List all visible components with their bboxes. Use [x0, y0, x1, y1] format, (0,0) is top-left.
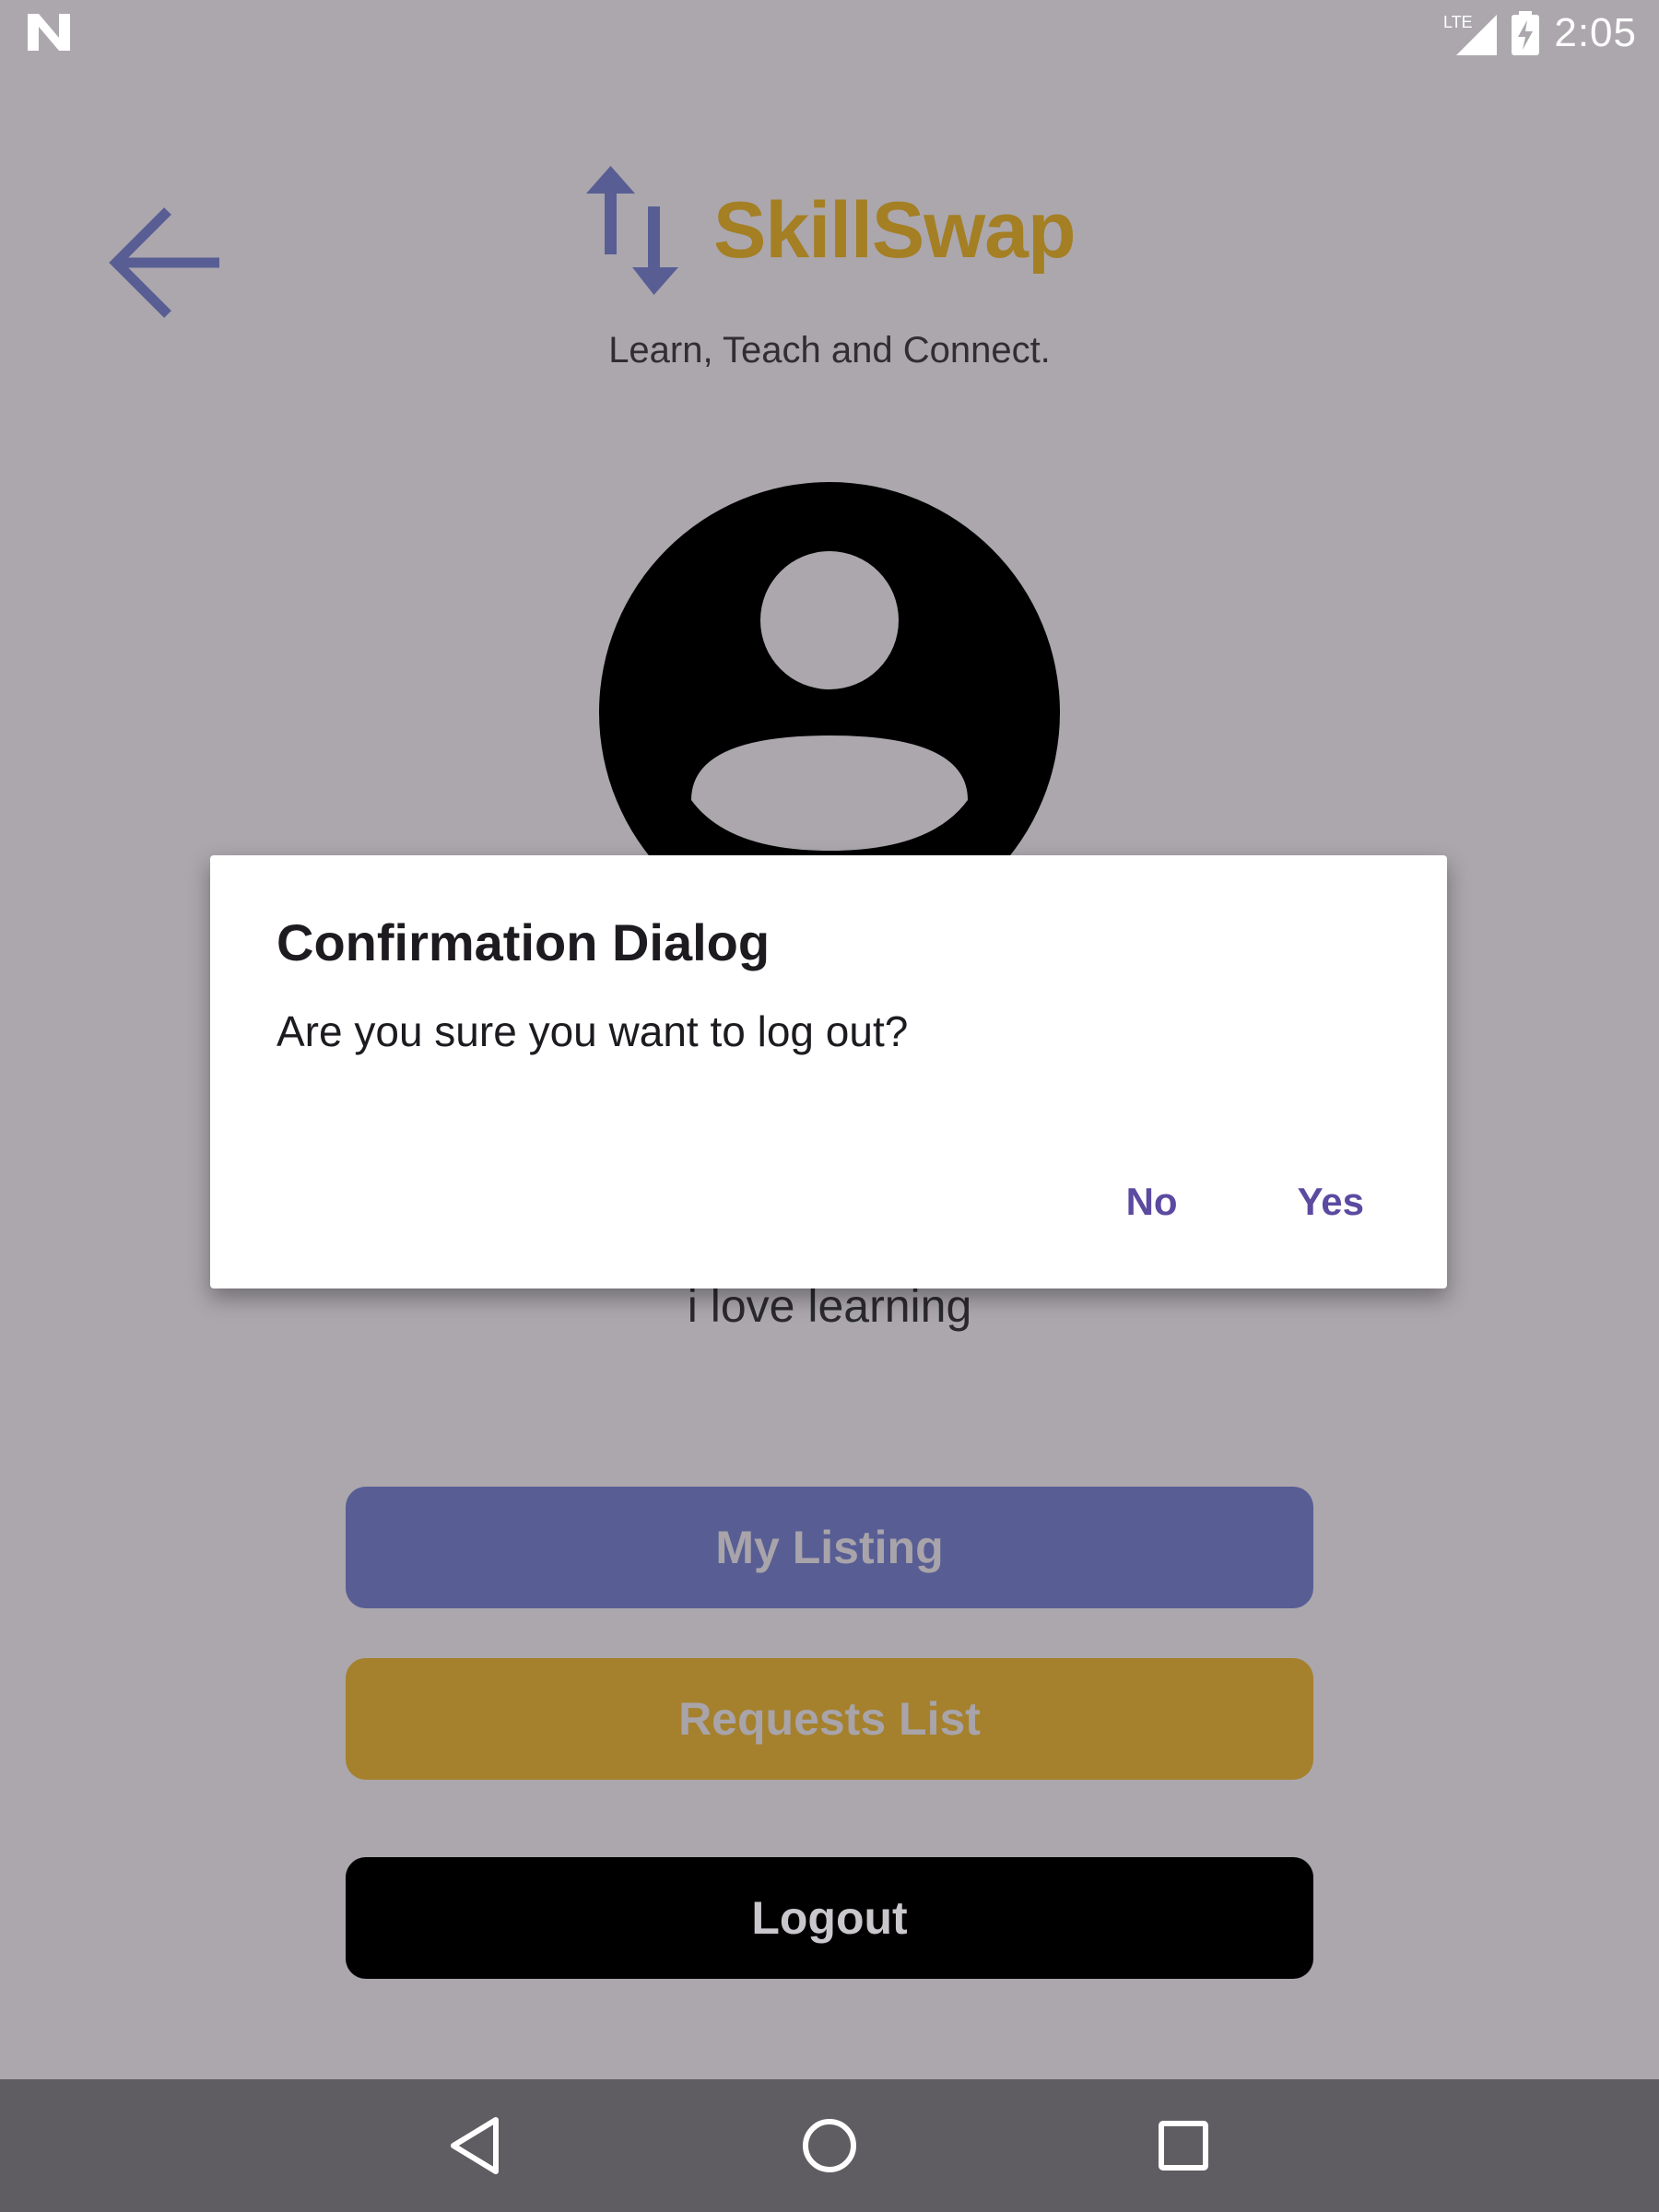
arrow-left-icon [109, 207, 219, 318]
nav-home-button[interactable] [774, 2090, 885, 2201]
tagline: Learn, Teach and Connect. [608, 330, 1051, 371]
swap-arrows-icon [586, 166, 678, 295]
circle-home-icon [803, 2119, 856, 2172]
nav-back-button[interactable] [420, 2090, 531, 2201]
svg-text:LTE: LTE [1443, 13, 1473, 31]
logout-button[interactable]: Logout [346, 1857, 1313, 1979]
system-nav-bar [0, 2079, 1659, 2212]
dialog-actions: No Yes [1126, 1180, 1364, 1224]
my-listing-button[interactable]: My Listing [346, 1487, 1313, 1608]
triangle-back-icon [451, 2117, 499, 2174]
dialog-title: Confirmation Dialog [276, 913, 771, 971]
dialog-message: Are you sure you want to log out? [276, 1007, 909, 1055]
clock: 2:05 [1554, 10, 1637, 55]
square-recents-icon [1159, 2121, 1208, 2171]
app-title: SkillSwap [713, 185, 1076, 275]
notification-n-icon [28, 14, 70, 51]
battery-charging-icon [1512, 11, 1540, 55]
nav-recents-button[interactable] [1128, 2090, 1239, 2201]
yes-button[interactable]: Yes [1298, 1180, 1364, 1224]
signal-lte-icon: LTE [1443, 13, 1498, 55]
confirmation-dialog: Confirmation Dialog Are you sure you wan… [210, 855, 1447, 1288]
status-bar: LTE 2:05 [0, 0, 1659, 66]
back-button[interactable] [101, 198, 230, 327]
no-button[interactable]: No [1126, 1180, 1178, 1224]
requests-list-button[interactable]: Requests List [346, 1658, 1313, 1780]
app-logo: SkillSwap [586, 166, 1076, 295]
